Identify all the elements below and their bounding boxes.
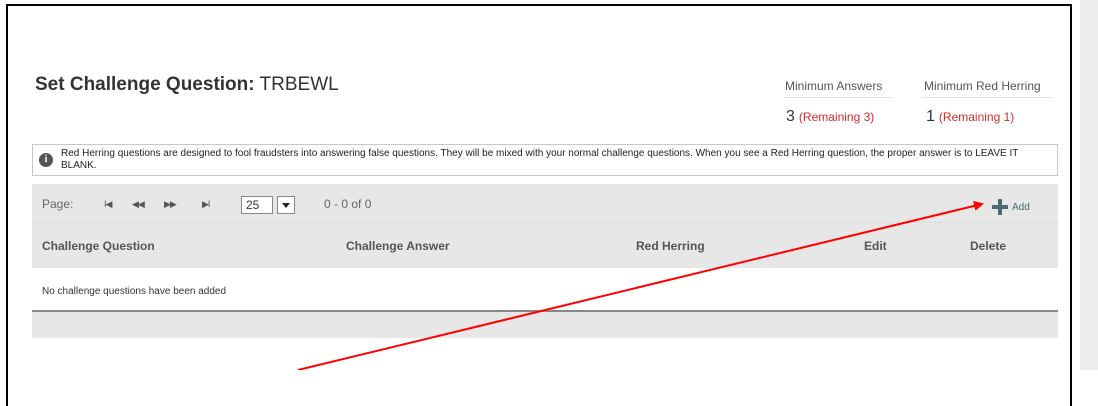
last-page-icon[interactable]: ▶I <box>202 199 210 210</box>
page-title-code: TRBEWL <box>259 74 339 95</box>
page-size-select[interactable]: 25 <box>241 196 273 214</box>
stat-divider <box>784 97 892 98</box>
col-challenge-question[interactable]: Challenge Question <box>42 239 155 253</box>
info-icon: i <box>39 153 53 167</box>
info-text: Red Herring questions are designed to fo… <box>61 148 1019 171</box>
record-count: 0 - 0 of 0 <box>324 197 372 211</box>
challenge-grid: Page: I◀ ◀◀ ▶▶ ▶I 25 0 - 0 of 0 Add Chal… <box>32 184 1058 338</box>
pager-label: Page: <box>42 197 74 211</box>
min-red-herring-count: 1 <box>926 108 935 125</box>
info-banner: i Red Herring questions are designed to … <box>32 144 1058 176</box>
add-label: Add <box>1012 202 1030 213</box>
table-row: No challenge questions have been added <box>32 268 1058 312</box>
table-header: Challenge Question Challenge Answer Red … <box>32 223 1058 267</box>
plus-icon <box>992 199 1008 215</box>
min-answers-remaining: (Remaining 3) <box>798 110 875 124</box>
col-red-herring[interactable]: Red Herring <box>636 239 705 253</box>
min-answers-value: 3 (Remaining 3) <box>786 108 874 126</box>
min-red-herring-remaining: (Remaining 1) <box>938 110 1015 124</box>
page-title: Set Challenge Question: TRBEWL <box>35 74 339 96</box>
col-delete: Delete <box>970 239 1007 253</box>
empty-message: No challenge questions have been added <box>42 286 227 297</box>
min-answers-label: Minimum Answers <box>785 79 883 93</box>
chevron-down-icon[interactable] <box>277 196 295 214</box>
min-answers-count: 3 <box>786 108 795 125</box>
min-red-herring-value: 1 (Remaining 1) <box>926 108 1014 126</box>
pager: Page: I◀ ◀◀ ▶▶ ▶I 25 0 - 0 of 0 Add <box>32 184 1058 223</box>
first-page-icon[interactable]: I◀ <box>104 199 112 210</box>
min-red-herring-label: Minimum Red Herring <box>924 79 1041 93</box>
col-edit: Edit <box>864 239 887 253</box>
scrollbar[interactable] <box>1080 0 1098 370</box>
page-size-value: 25 <box>246 198 260 212</box>
next-page-icon[interactable]: ▶▶ <box>164 199 177 210</box>
prev-page-icon[interactable]: ◀◀ <box>132 199 145 210</box>
stat-divider <box>922 97 1052 98</box>
col-challenge-answer[interactable]: Challenge Answer <box>346 239 450 253</box>
page-title-label: Set Challenge Question: <box>35 74 255 95</box>
